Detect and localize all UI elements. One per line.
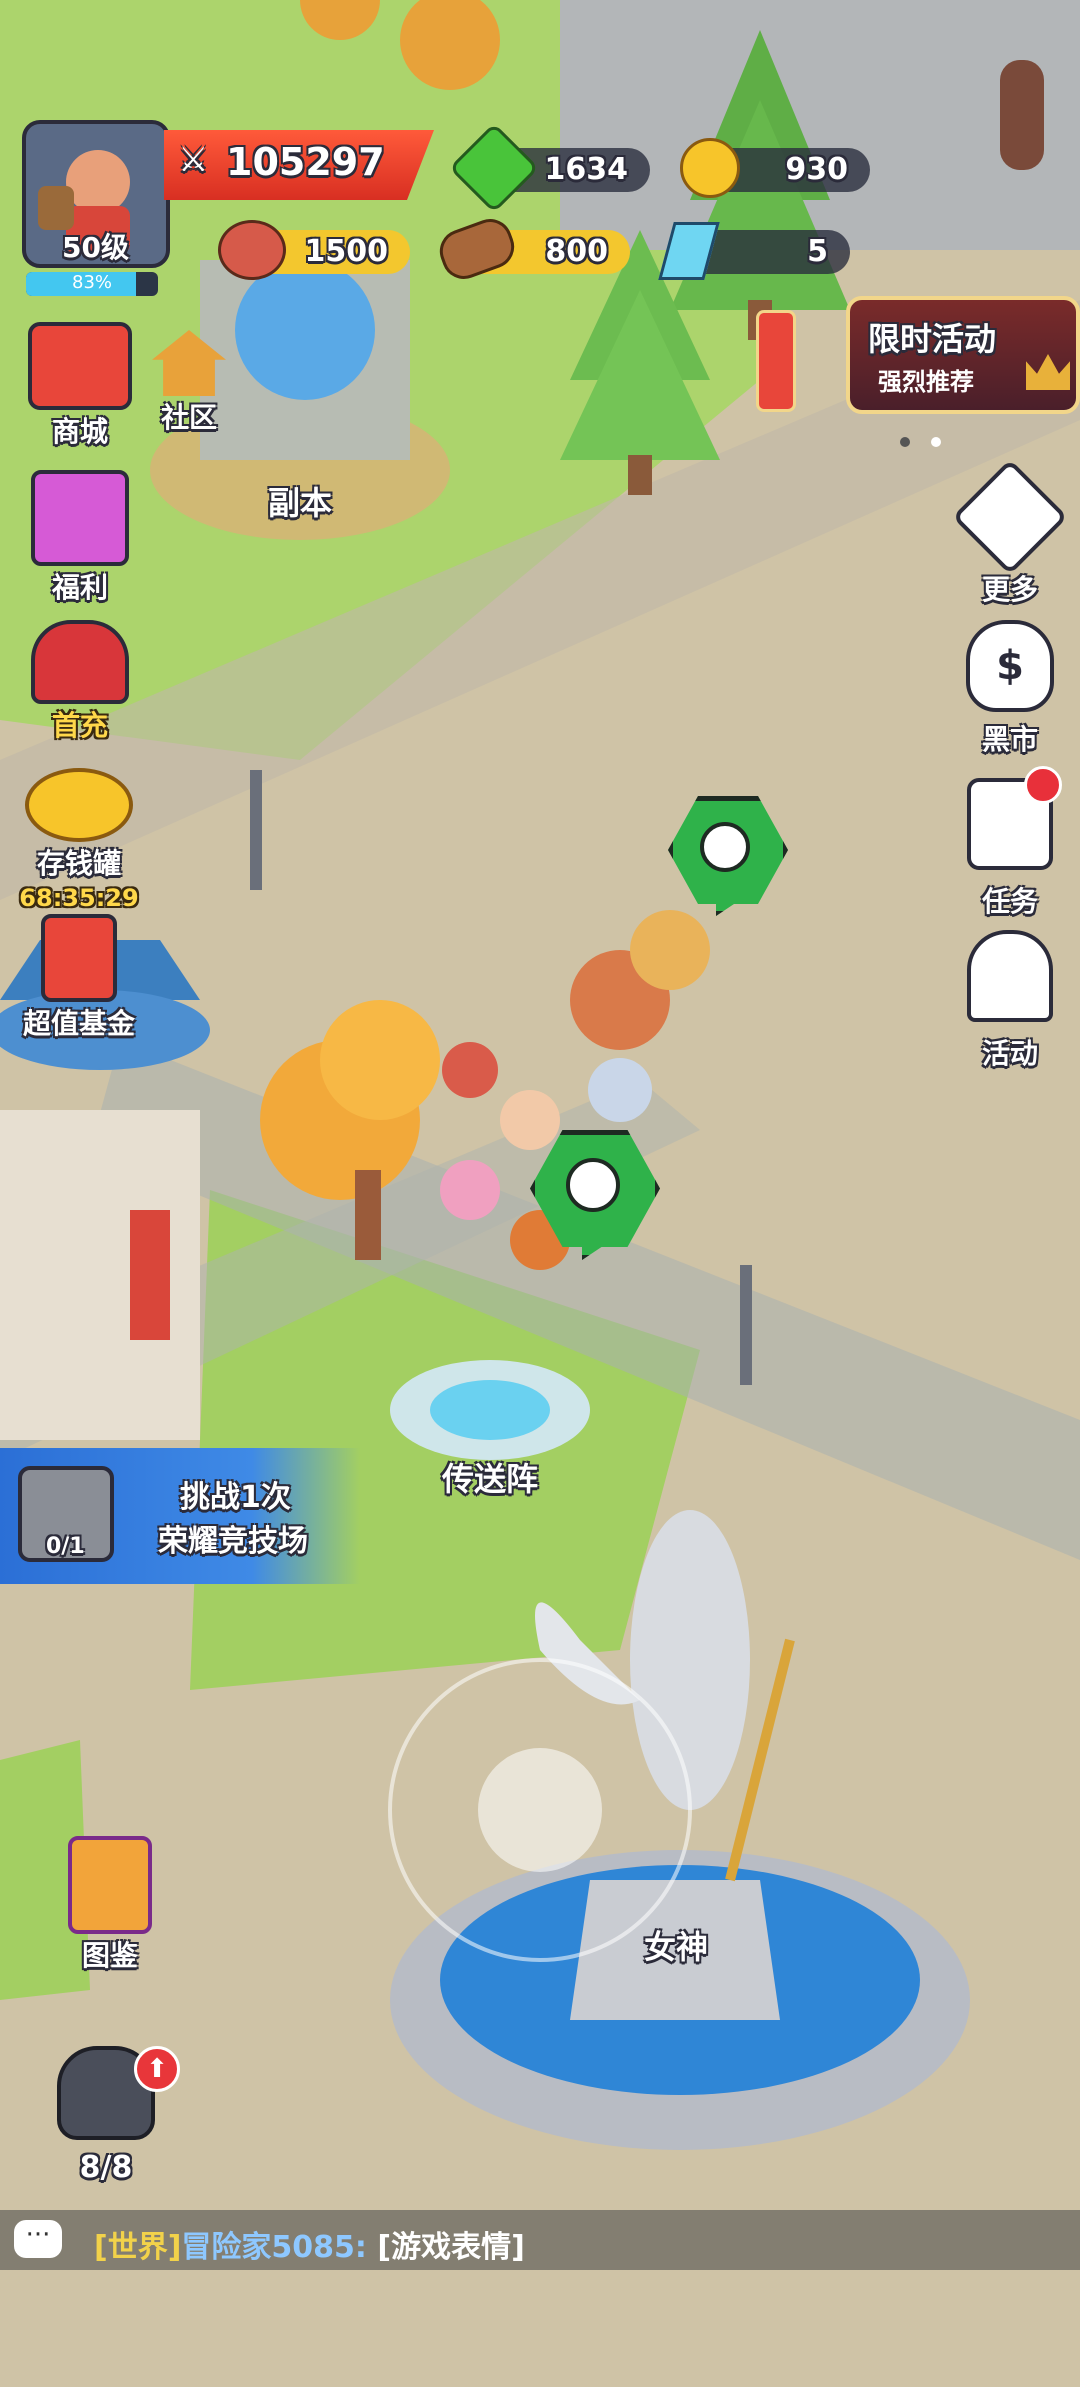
search-map-pin[interactable] — [668, 796, 788, 936]
gold-coin-icon — [680, 138, 740, 198]
star-card-icon — [68, 1836, 152, 1934]
portal — [390, 1360, 590, 1460]
codex-label: 图鉴 — [81, 1939, 138, 1972]
piggy-bank-button[interactable]: 存钱罐 68:35:29 — [4, 768, 154, 912]
notification-dot-icon — [1024, 766, 1062, 804]
exp-bar: 83% — [26, 272, 158, 296]
player-avatar-frame[interactable]: 50级 — [22, 120, 170, 268]
heroes-count: 8/8 — [79, 2150, 133, 2185]
small-event-tab[interactable] — [756, 310, 796, 412]
fund-chart-icon — [41, 914, 117, 1002]
four-diamonds-icon — [952, 459, 1068, 575]
tasks-label: 任务 — [981, 885, 1038, 918]
crossed-swords-icon: ⚔ — [178, 140, 209, 180]
piggy-bank-icon — [25, 768, 133, 842]
piggy-bank-label: 存钱罐 — [36, 847, 121, 880]
gold-value: 930 — [785, 152, 848, 187]
meat-value: 1500 — [304, 234, 389, 269]
quest-line-2: 荣耀竞技场 — [158, 1524, 308, 1559]
house-icon — [152, 330, 226, 396]
black-market-label: 黑市 — [981, 723, 1038, 756]
chat-channel: [世界] — [94, 2230, 182, 2265]
community-label: 社区 — [160, 401, 217, 434]
power-banner: ⚔ 105297 — [164, 130, 434, 200]
quest-progress: 0/1 — [46, 1534, 85, 1559]
shop-stall-icon — [28, 322, 132, 410]
upgrade-arrow-icon: ⬆ — [134, 2046, 180, 2092]
fund-label: 超值基金 — [22, 1007, 135, 1040]
crystal-value: 5 — [807, 234, 828, 269]
gem-value: 1634 — [544, 152, 629, 187]
event-title: 限时活动 — [868, 320, 997, 358]
exp-percent: 83% — [72, 272, 113, 293]
event-subtitle: 强烈推荐 — [878, 368, 974, 396]
community-button[interactable]: 社区 — [124, 330, 254, 436]
bell-icon — [967, 930, 1053, 1022]
welfare-button[interactable]: 福利 — [10, 470, 150, 606]
events-label: 活动 — [981, 1037, 1038, 1070]
player-level: 50级 — [62, 231, 129, 264]
limited-event-banner[interactable]: 限时活动 强烈推荐 — [846, 296, 1080, 414]
wood-value: 800 — [545, 234, 608, 269]
power-value: 105297 — [226, 140, 385, 184]
chat-message: [游戏表情] — [377, 2230, 525, 2265]
dungeon-label[interactable]: 副本 — [268, 478, 332, 524]
piggy-bank-timer: 68:35:29 — [19, 884, 139, 912]
more-label: 更多 — [981, 573, 1038, 606]
quest-panel[interactable]: 0/1 挑战1次 荣耀竞技场 — [0, 1448, 360, 1584]
money-bag-icon: $ — [966, 620, 1054, 712]
carousel-dots — [900, 432, 942, 451]
codex-button[interactable]: 图鉴 — [40, 1836, 180, 1974]
magnifier-icon — [700, 822, 750, 872]
crown-icon — [1026, 354, 1070, 390]
welfare-label: 福利 — [51, 571, 108, 604]
more-button[interactable]: 更多 — [952, 459, 1068, 608]
portal-label[interactable]: 传送阵 — [442, 1454, 538, 1500]
events-button[interactable]: 活动 — [960, 930, 1060, 1072]
chat-bubble-icon[interactable]: ··· — [14, 2220, 62, 2258]
quest-line-1: 挑战1次 — [180, 1480, 291, 1515]
search-map-pin[interactable] — [530, 1130, 660, 1270]
goddess-label[interactable]: 女神 — [644, 1922, 708, 1968]
gift-box-icon — [31, 470, 129, 566]
red-hero-icon — [31, 620, 129, 704]
magnifier-icon — [566, 1158, 620, 1212]
chat-sender[interactable]: 冒险家5085: — [181, 2230, 367, 2265]
meat-icon — [218, 220, 286, 280]
black-market-button[interactable]: $ 黑市 — [960, 620, 1060, 758]
first-charge-button[interactable]: 首充 — [10, 620, 150, 744]
fund-button[interactable]: 超值基金 — [4, 914, 154, 1042]
first-charge-label: 首充 — [51, 709, 108, 742]
chat-bar[interactable]: ··· [世界]冒险家5085: [游戏表情] — [0, 2210, 1080, 2270]
